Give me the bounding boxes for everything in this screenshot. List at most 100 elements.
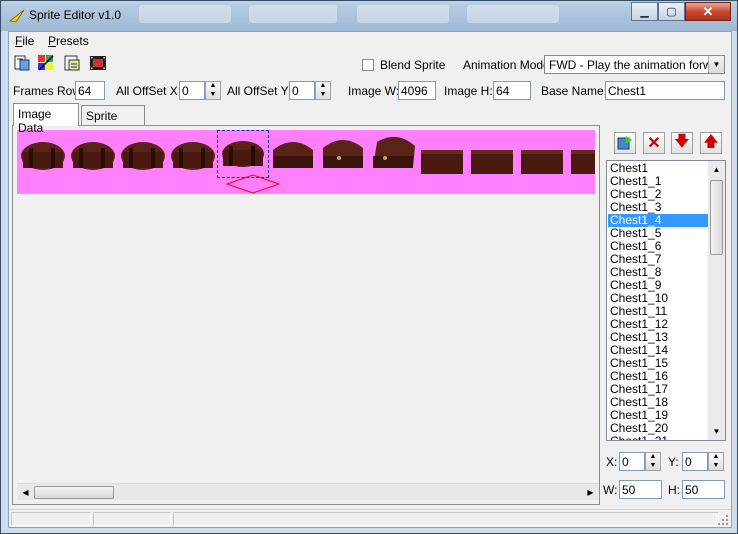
sprite-frame[interactable]	[269, 136, 317, 176]
blurred-taskbar-region	[139, 5, 231, 23]
offset-x-stepper[interactable]: ▲ ▼	[205, 81, 221, 100]
list-item[interactable]: Chest1_6	[608, 240, 708, 253]
image-w-input[interactable]: 4096	[398, 81, 436, 100]
list-item[interactable]: Chest1_19	[608, 409, 708, 422]
list-item[interactable]: Chest1_18	[608, 396, 708, 409]
minimize-button[interactable]: ▁	[631, 2, 658, 21]
sprite-frame[interactable]	[319, 136, 367, 176]
up-arrow-icon[interactable]: ▲	[709, 453, 723, 461]
delete-frame-button[interactable]: ✕	[643, 132, 665, 154]
list-item[interactable]: Chest1_4	[608, 214, 708, 227]
offset-x-input[interactable]: 0	[179, 81, 205, 100]
import-frames-button[interactable]	[614, 132, 636, 154]
offset-x-label: All OffSet X:	[116, 84, 182, 98]
list-item[interactable]: Chest1_17	[608, 383, 708, 396]
list-item[interactable]: Chest1_15	[608, 357, 708, 370]
selected-frame-box[interactable]	[217, 130, 269, 178]
y-label: Y:	[668, 455, 679, 469]
tab-sprite-data[interactable]: Sprite Data	[81, 105, 145, 137]
status-pane	[11, 512, 91, 526]
sprite-frame[interactable]	[469, 136, 517, 176]
menu-bar: File Presets	[9, 32, 731, 51]
vertical-scrollbar[interactable]: ▲ ▼	[708, 161, 725, 440]
w-input[interactable]: 50	[619, 480, 662, 499]
list-item[interactable]: Chest1_2	[608, 188, 708, 201]
menu-file[interactable]: File	[15, 34, 34, 48]
scroll-left-icon[interactable]: ◀	[17, 484, 34, 501]
blurred-taskbar-region	[249, 5, 337, 23]
down-arrow-icon[interactable]: ▼	[709, 462, 723, 470]
list-item[interactable]: Chest1_13	[608, 331, 708, 344]
resize-grip-icon[interactable]	[717, 514, 729, 526]
scroll-thumb[interactable]	[710, 180, 723, 255]
frames-row-input[interactable]: 64	[75, 81, 105, 100]
move-up-button[interactable]: 🡅	[700, 132, 722, 154]
list-item[interactable]: Chest1_8	[608, 266, 708, 279]
animation-mode-select[interactable]: FWD - Play the animation forward ▼	[544, 55, 725, 74]
sprite-frame[interactable]	[369, 136, 417, 176]
offset-y-input[interactable]: 0	[289, 81, 315, 100]
horizontal-scrollbar[interactable]: ◀ ▶	[17, 483, 599, 500]
animation-mode-value: FWD - Play the animation forward	[549, 58, 725, 72]
list-item[interactable]: Chest1_9	[608, 279, 708, 292]
list-item[interactable]: Chest1_10	[608, 292, 708, 305]
sprite-sheet-strip[interactable]	[17, 130, 595, 194]
y-stepper[interactable]: ▲ ▼	[708, 452, 724, 471]
film-icon[interactable]	[89, 54, 107, 72]
title-bar[interactable]: Sprite Editor v1.0 ▁ ▢ ✕	[1, 1, 737, 31]
list-item[interactable]: Chest1_3	[608, 201, 708, 214]
arrow-up-icon: 🡅	[703, 132, 719, 150]
list-item[interactable]: Chest1_20	[608, 422, 708, 435]
sprite-list[interactable]: Chest1_21 Chest1_20 Chest1_19 Chest1_18 Ches…	[606, 160, 726, 441]
up-arrow-icon[interactable]: ▲	[206, 82, 220, 90]
chevron-down-icon[interactable]: ▼	[708, 56, 724, 73]
scroll-up-icon[interactable]: ▲	[708, 161, 725, 178]
move-down-button[interactable]: 🡇	[671, 132, 693, 154]
sprite-frame[interactable]	[169, 136, 217, 176]
blurred-taskbar-region	[357, 5, 449, 23]
scroll-right-icon[interactable]: ▶	[582, 484, 599, 501]
offset-y-stepper[interactable]: ▲ ▼	[315, 81, 331, 100]
blend-sprite-checkbox[interactable]	[362, 59, 374, 71]
sprite-frame[interactable]	[119, 136, 167, 176]
open-file-icon[interactable]	[13, 54, 31, 72]
down-arrow-icon[interactable]: ▼	[206, 91, 220, 99]
down-arrow-icon[interactable]: ▼	[316, 91, 330, 99]
tab-image-data[interactable]: Image Data	[13, 103, 79, 135]
image-h-input[interactable]: 64	[493, 81, 531, 100]
sprite-frame[interactable]	[569, 136, 595, 176]
save-icon[interactable]	[63, 54, 81, 72]
up-arrow-icon[interactable]: ▲	[316, 82, 330, 90]
image-data-panel: ◀ ▶	[12, 125, 600, 505]
list-item[interactable]: Chest1_16	[608, 370, 708, 383]
x-stepper[interactable]: ▲ ▼	[645, 452, 661, 471]
maximize-button[interactable]: ▢	[658, 2, 685, 21]
scroll-down-icon[interactable]: ▼	[708, 423, 725, 440]
sprite-frame[interactable]	[69, 136, 117, 176]
list-item[interactable]: Chest1_21	[608, 435, 708, 441]
y-input[interactable]: 0	[682, 452, 708, 471]
list-item[interactable]: Chest1_11	[608, 305, 708, 318]
frame-anchor-marker	[225, 174, 281, 194]
maximize-icon: ▢	[666, 6, 677, 18]
minimize-icon: ▁	[640, 6, 649, 18]
x-input[interactable]: 0	[619, 452, 645, 471]
list-item[interactable]: Chest1_12	[608, 318, 708, 331]
status-pane	[93, 512, 171, 526]
h-input[interactable]: 50	[682, 480, 725, 499]
close-button[interactable]: ✕	[685, 2, 731, 21]
scroll-thumb[interactable]	[34, 486, 114, 499]
list-item[interactable]: Chest1	[608, 162, 708, 175]
sprite-frame[interactable]	[419, 136, 467, 176]
sprite-frame[interactable]	[519, 136, 567, 176]
up-arrow-icon[interactable]: ▲	[646, 453, 660, 461]
base-name-input[interactable]: Chest1	[605, 81, 725, 100]
palette-icon[interactable]	[37, 54, 55, 72]
list-item[interactable]: Chest1_7	[608, 253, 708, 266]
list-item[interactable]: Chest1_1	[608, 175, 708, 188]
menu-presets[interactable]: Presets	[48, 34, 89, 48]
list-item[interactable]: Chest1_5	[608, 227, 708, 240]
list-item[interactable]: Chest1_14	[608, 344, 708, 357]
down-arrow-icon[interactable]: ▼	[646, 462, 660, 470]
sprite-frame[interactable]	[19, 136, 67, 176]
